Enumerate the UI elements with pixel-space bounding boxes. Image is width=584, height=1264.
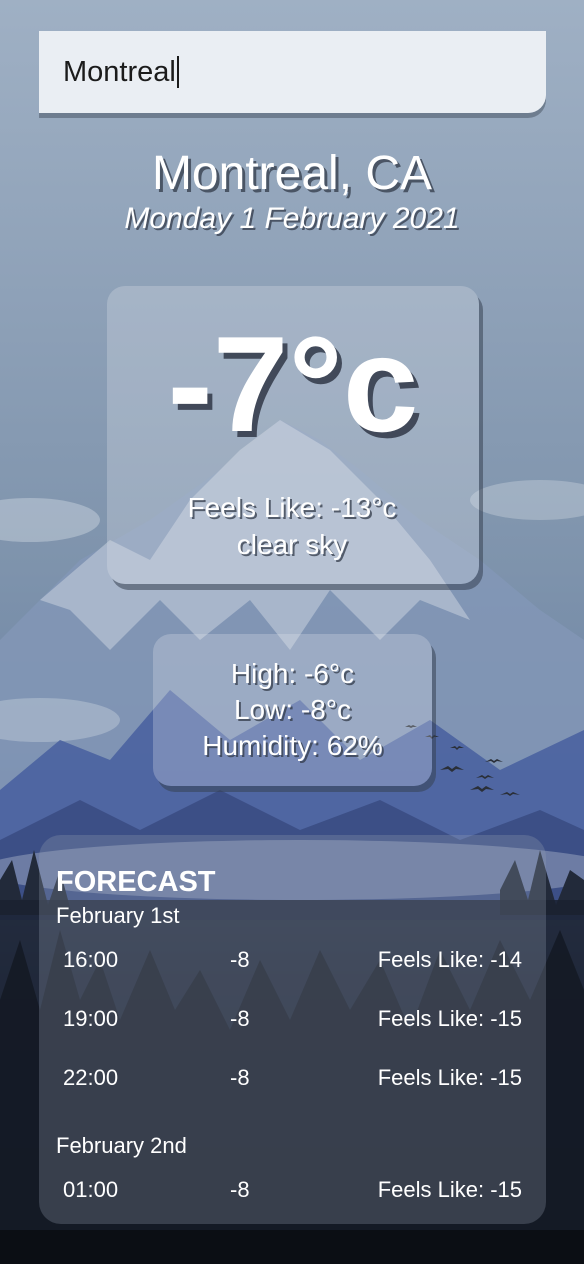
forecast-row: 19:00 -8 Feels Like: -15 <box>39 1006 546 1036</box>
forecast-temperature: -8 <box>230 1177 250 1202</box>
forecast-row: 22:00 -8 Feels Like: -15 <box>39 1065 546 1095</box>
current-date: Monday 1 February 2021 <box>124 202 460 235</box>
forecast-feels-like: Feels Like: -15 <box>377 1177 522 1202</box>
high-temperature: High: -6°c <box>230 658 355 689</box>
forecast-time: 22:00 <box>63 1065 119 1090</box>
forecast-time: 01:00 <box>63 1177 119 1202</box>
forecast-row: 01:00 -8 Feels Like: -15 <box>39 1177 546 1207</box>
current-temperature: -7°c <box>167 308 419 460</box>
search-bar[interactable]: Montreal <box>39 31 546 113</box>
forecast-temperature: -8 <box>230 1006 250 1031</box>
forecast-day-label: February 2nd <box>56 1133 187 1158</box>
search-input-value[interactable]: Montreal <box>63 56 176 89</box>
weather-app: Montreal Montreal, CA Monday 1 February … <box>0 0 584 1264</box>
humidity: Humidity: 62% <box>202 730 383 761</box>
forecast-day-label: February 1st <box>56 903 180 928</box>
forecast-temperature: -8 <box>230 947 250 972</box>
forecast-temperature: -8 <box>230 1065 250 1090</box>
forecast-time: 19:00 <box>63 1006 119 1031</box>
search-input[interactable]: Montreal <box>63 56 179 89</box>
forecast-time: 16:00 <box>63 947 119 972</box>
weather-condition: clear sky <box>236 529 348 560</box>
forecast-feels-like: Feels Like: -15 <box>377 1006 522 1031</box>
forecast-title: FORECAST <box>56 866 216 898</box>
forecast-feels-like: Feels Like: -14 <box>377 947 522 972</box>
city-name: Montreal, CA <box>151 147 433 200</box>
forecast-row: 16:00 -8 Feels Like: -14 <box>39 947 546 977</box>
feels-like-temperature: Feels Like: -13°c <box>187 492 397 523</box>
forecast-feels-like: Feels Like: -15 <box>377 1065 522 1090</box>
text-caret <box>176 56 179 88</box>
low-temperature: Low: -8°c <box>233 694 352 725</box>
